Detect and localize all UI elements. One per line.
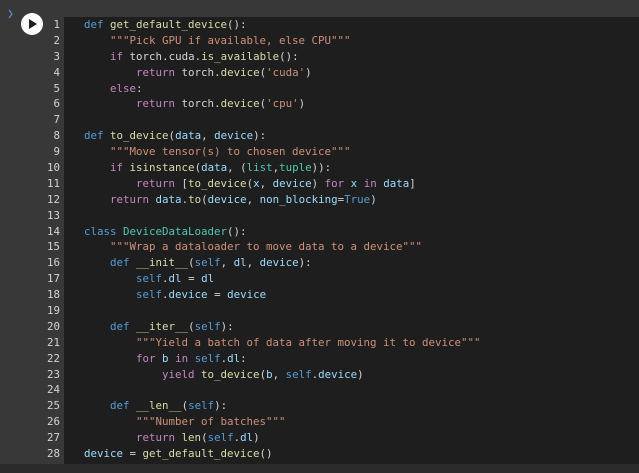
code-text: """Move tensor(s) to chosen device""" (110, 145, 351, 159)
code-text: self.device = device (136, 288, 267, 302)
line-number: 24 (46, 383, 60, 397)
line-number: 25 (46, 399, 60, 413)
code-line[interactable]: 3 if torch.cuda.is_available(): (53, 49, 639, 65)
code-line[interactable]: 23 yield to_device(b, self.device) (47, 367, 639, 383)
line-number: 10 (46, 161, 60, 175)
code-text: """Wrap a dataloader to move data to a d… (110, 240, 423, 254)
line-number: 14 (46, 224, 60, 238)
line-number: 27 (46, 431, 60, 445)
line-number: 15 (46, 240, 60, 254)
line-number: 23 (46, 367, 60, 381)
code-text: def __iter__(self): (110, 319, 234, 333)
line-number: 3 (53, 49, 60, 63)
line-number: 21 (46, 335, 60, 349)
line-number: 11 (46, 176, 60, 190)
code-line[interactable]: 13 (47, 208, 639, 224)
code-text: """Pick GPU if available, else CPU""" (110, 33, 351, 47)
code-line[interactable]: 16 def __init__(self, dl, device): (47, 255, 639, 271)
code-line[interactable]: 19 (47, 303, 639, 319)
code-block[interactable]: 1 def get_default_device(): 2 """Pick GPU … (47, 17, 639, 462)
line-number: 12 (46, 192, 60, 206)
code-line[interactable]: 27 return len(self.dl) (47, 430, 639, 446)
line-number: 20 (46, 319, 60, 333)
code-text: yield to_device(b, self.device) (162, 367, 364, 381)
code-line[interactable]: 28 device = get_default_device() (47, 446, 639, 462)
line-number: 1 (53, 18, 60, 31)
code-line[interactable]: 18 self.device = device (47, 287, 639, 303)
code-line[interactable]: 12 return data.to(device, non_blocking=T… (47, 192, 639, 208)
line-number: 18 (46, 288, 60, 302)
execution-marker-icon (8, 9, 14, 19)
code-text: """Number of batches""" (136, 415, 286, 429)
code-text: return torch.device('cpu') (136, 97, 306, 111)
line-number: 2 (53, 33, 60, 47)
line-number: 22 (46, 351, 60, 365)
code-text: return len(self.dl) (136, 431, 260, 445)
code-text: def to_device(data, device): (84, 129, 267, 143)
code-line[interactable]: 15 """Wrap a dataloader to move data to … (47, 239, 639, 255)
code-text: def __len__(self): (110, 399, 228, 413)
line-number: 9 (53, 145, 60, 159)
line-number: 5 (53, 81, 60, 95)
code-line[interactable]: 4 return torch.device('cuda') (53, 65, 639, 81)
code-line[interactable]: 17 self.dl = dl (47, 271, 639, 287)
line-number: 4 (53, 65, 60, 79)
code-text: return torch.device('cuda') (136, 65, 312, 79)
code-line[interactable]: 26 """Number of batches""" (47, 414, 639, 430)
code-line[interactable]: 11 return [to_device(x, device) for x in… (47, 176, 639, 192)
code-text: device = get_default_device() (84, 447, 273, 461)
code-line[interactable]: 9 """Move tensor(s) to chosen device""" (53, 144, 639, 160)
line-number: 19 (46, 304, 60, 318)
code-text: def __init__(self, dl, device): (110, 256, 312, 270)
code-line[interactable]: 6 return torch.device('cpu') (53, 96, 639, 112)
code-line[interactable]: 10 if isinstance(data, (list,tuple)): (47, 160, 639, 176)
code-line[interactable]: 7 (53, 112, 639, 128)
code-line[interactable]: 2 """Pick GPU if available, else CPU""" (53, 33, 639, 49)
code-text: else: (110, 81, 143, 95)
page-bottom-border (0, 464, 639, 473)
line-number: 28 (46, 447, 60, 461)
code-text: if isinstance(data, (list,tuple)): (110, 161, 332, 175)
code-line[interactable]: 25 def __len__(self): (47, 398, 639, 414)
code-text: return [to_device(x, device) for x in da… (136, 176, 416, 190)
code-line[interactable]: 24 (47, 382, 639, 398)
code-text: if torch.cuda.is_available(): (110, 49, 299, 63)
code-line[interactable]: 14 class DeviceDataLoader(): (47, 224, 639, 240)
line-number: 7 (53, 113, 60, 127)
code-text: for b in self.dl: (136, 351, 247, 365)
code-editor[interactable]: 1 def get_default_device(): 2 """Pick GPU … (47, 17, 639, 464)
code-line[interactable]: 20 def __iter__(self): (47, 319, 639, 335)
line-number: 6 (53, 97, 60, 111)
line-number: 8 (53, 129, 60, 143)
line-number: 17 (46, 272, 60, 286)
code-cell[interactable]: 1 def get_default_device(): 2 """Pick GPU … (8, 5, 639, 464)
line-number: 16 (46, 256, 60, 270)
line-number: 26 (46, 415, 60, 429)
code-line[interactable]: 8 def to_device(data, device): (53, 128, 639, 144)
code-text: self.dl = dl (136, 272, 215, 286)
code-line[interactable]: 22 for b in self.dl: (47, 351, 639, 367)
code-line[interactable]: 21 """Yield a batch of data after moving… (47, 335, 639, 351)
code-text: def get_default_device(): (84, 18, 247, 31)
code-text: class DeviceDataLoader(): (84, 224, 247, 238)
code-line[interactable]: 1 def get_default_device(): (53, 17, 639, 33)
code-line[interactable]: 5 else: (53, 81, 639, 97)
line-number: 13 (46, 208, 60, 222)
code-text: """Yield a batch of data after moving it… (136, 335, 481, 349)
code-text: return data.to(device, non_blocking=True… (110, 192, 377, 206)
